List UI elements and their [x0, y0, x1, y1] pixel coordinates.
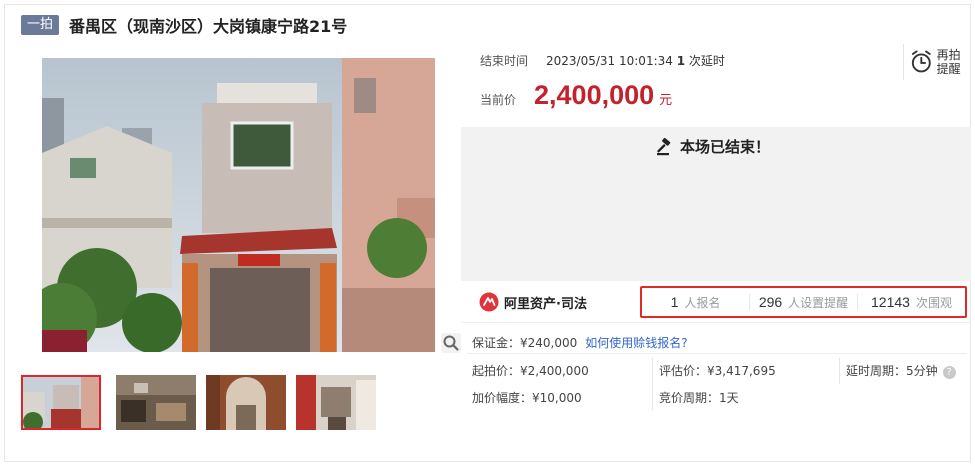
stat-views-label: 次围观	[915, 296, 952, 310]
end-time-label: 结束时间	[480, 54, 529, 68]
stat-registered-label: 人报名	[684, 296, 721, 310]
auction-ended-text: 本场已结束！	[680, 138, 771, 156]
stat-registered-count: 1	[670, 294, 679, 310]
column-divider-2	[839, 358, 840, 384]
delay-label: 次延时	[688, 54, 725, 68]
column-divider-1	[652, 358, 653, 410]
page-title: 番禺区（现南沙区）大岗镇康宁路21号	[69, 17, 348, 36]
deposit-row: 保证金：¥240,000 如何使用赊钱报名?	[472, 334, 688, 351]
main-property-photo[interactable]	[42, 58, 435, 352]
thumbnail-1-image	[23, 377, 99, 428]
stat-reminders-label: 人设置提醒	[788, 296, 849, 310]
participation-stats: 1 人报名 296 人设置提醒 12143 次围观	[640, 286, 967, 318]
stat-registered: 1 人报名	[642, 294, 750, 310]
thumbnail-2[interactable]	[116, 375, 196, 430]
end-time-value: 2023/05/31 10:01:34	[546, 54, 673, 68]
house-photo-illustration	[42, 58, 435, 352]
thumbnail-3-image	[206, 375, 286, 430]
stat-views: 12143 次围观	[858, 294, 965, 310]
question-icon[interactable]: ?	[942, 366, 956, 379]
appraisal-price: 评估价：¥3,417,695	[659, 364, 776, 378]
current-price-row: 当前价 2,400,000 元	[480, 80, 672, 111]
price-label: 当前价	[480, 93, 517, 107]
ali-asset-logo-icon	[479, 292, 499, 312]
rebid-reminder-button[interactable]: 再拍提醒	[903, 44, 963, 80]
stat-reminders: 296 人设置提醒	[750, 294, 858, 310]
gavel-icon	[657, 137, 671, 155]
deposit-help-link[interactable]: 如何使用赊钱报名?	[585, 334, 687, 351]
section-divider	[467, 353, 967, 354]
start-price: 起拍价：¥2,400,000	[472, 364, 589, 378]
thumbnail-3[interactable]	[206, 375, 286, 430]
stat-views-count: 12143	[871, 294, 910, 310]
zoom-button[interactable]	[441, 333, 461, 353]
title-row: 一拍 番禺区（现南沙区）大岗镇康宁路21号	[21, 14, 347, 36]
rebid-reminder-label: 再拍提醒	[936, 48, 961, 76]
end-time-row: 结束时间 2023/05/31 10:01:34 1 次延时	[480, 52, 725, 69]
platform-name: 阿里资产·司法	[504, 296, 587, 312]
deposit-text: 保证金：¥240,000	[472, 336, 578, 350]
thumbnail-2-image	[116, 375, 196, 430]
delay-period: 延时周期：5分钟	[846, 364, 938, 378]
delay-period-field: 延时周期：5分钟?	[846, 362, 956, 379]
thumbnail-1[interactable]	[21, 375, 101, 430]
magnifier-icon	[443, 335, 459, 351]
auction-ended-banner: 本场已结束！	[656, 136, 770, 157]
auction-round-badge: 一拍	[21, 15, 60, 35]
delay-count: 1	[676, 54, 686, 68]
alarm-clock-icon	[911, 50, 931, 73]
bid-increment: 加价幅度：¥10,000	[472, 391, 582, 405]
current-price: 2,400,000	[534, 80, 655, 110]
bid-period: 竞价周期：1天	[659, 391, 739, 405]
stat-reminders-count: 296	[758, 294, 783, 310]
thumbnail-4[interactable]	[296, 375, 376, 430]
platform-logo: 阿里资产·司法	[479, 292, 587, 312]
thumbnail-4-image	[296, 375, 376, 430]
price-unit: 元	[659, 93, 673, 108]
